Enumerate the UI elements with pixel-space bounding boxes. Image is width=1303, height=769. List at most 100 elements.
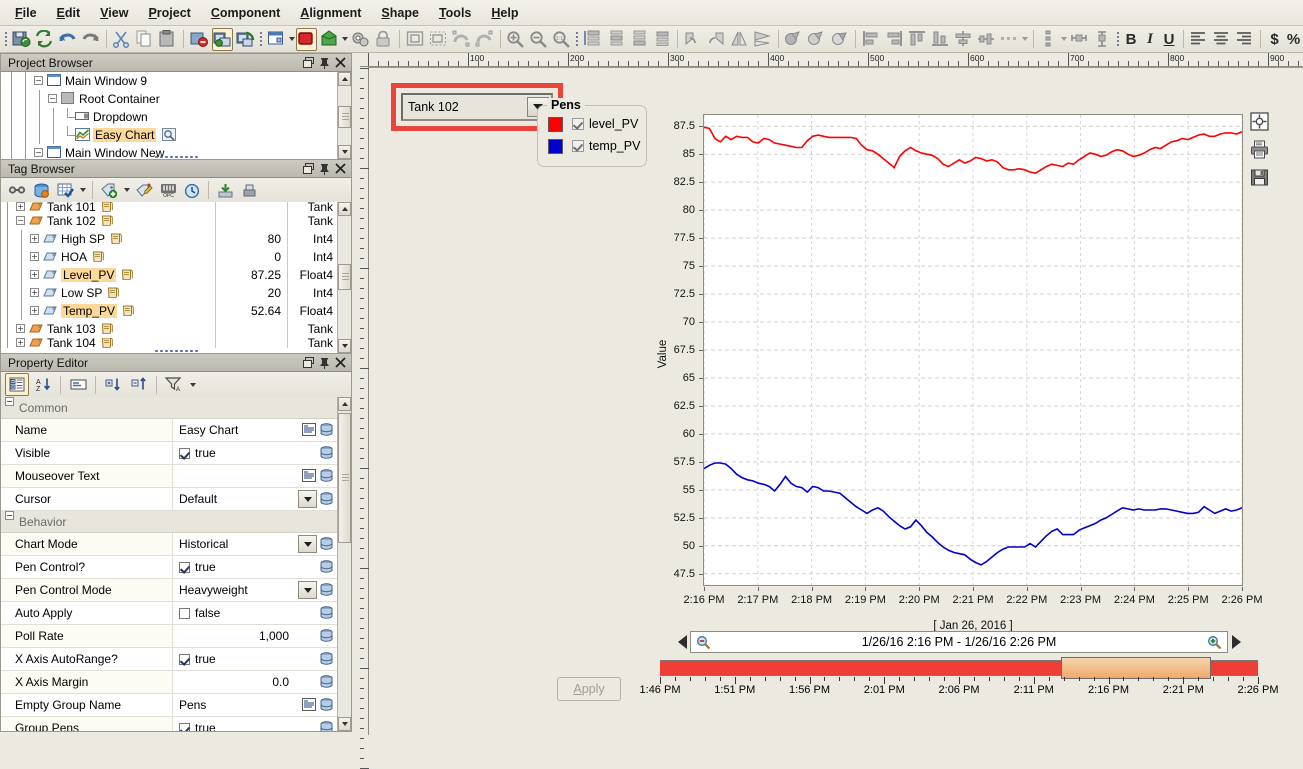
pen-color-swatch[interactable]: [548, 116, 563, 132]
tree-expander[interactable]: +: [15, 338, 29, 348]
property-checkbox[interactable]: [179, 447, 190, 459]
text-align-center-icon[interactable]: [1211, 28, 1232, 51]
property-value-cell[interactable]: true: [173, 648, 295, 670]
toolbar-dropdown-arrow[interactable]: [1060, 28, 1068, 51]
tree-expander[interactable]: +: [15, 202, 29, 212]
property-row[interactable]: Empty Group Name Pens: [1, 694, 337, 717]
tree-expander[interactable]: +: [29, 230, 43, 248]
binding-icon[interactable]: [319, 492, 334, 506]
property-value-cell[interactable]: [173, 465, 295, 487]
tree-expander[interactable]: +: [29, 266, 43, 284]
italic-button[interactable]: I: [1142, 28, 1159, 51]
tree-expander[interactable]: −: [33, 144, 47, 159]
panel-resize-grip-vertical[interactable]: [351, 542, 352, 586]
property-value-cell[interactable]: Historical: [173, 533, 295, 555]
zoom-out-icon[interactable]: [528, 28, 549, 51]
binding-icon[interactable]: [319, 675, 334, 689]
tree-expander[interactable]: +: [15, 320, 29, 338]
toolbar-drag-handle[interactable]: [1115, 30, 1119, 48]
rotate-left-icon[interactable]: [683, 28, 704, 51]
next-range-button[interactable]: [1228, 631, 1244, 653]
align-right-icon[interactable]: [884, 28, 905, 51]
copy-icon[interactable]: [134, 28, 155, 51]
save-all-icon[interactable]: [11, 28, 32, 51]
scroll-down-button[interactable]: [338, 717, 351, 731]
time-range-field[interactable]: 1/26/16 2:16 PM - 1/26/16 2:26 PM: [690, 631, 1228, 653]
pen-color-swatch[interactable]: [548, 138, 563, 154]
underline-button[interactable]: U: [1161, 28, 1178, 51]
stop-icon[interactable]: [296, 27, 318, 51]
menu-edit[interactable]: Edit: [48, 3, 90, 23]
rotate-right-icon[interactable]: [706, 28, 727, 51]
binding-icon[interactable]: [319, 698, 334, 712]
size-height-icon[interactable]: [1092, 28, 1113, 51]
tree-expander[interactable]: +: [29, 248, 43, 266]
tag-browser-scrollbar[interactable]: [337, 202, 351, 353]
property-row[interactable]: Visible true: [1, 442, 337, 465]
project-tree[interactable]: − Main Window 9− Root Container Dropdown Eas…: [1, 72, 337, 159]
refresh-icon[interactable]: [34, 28, 55, 51]
move-backward-icon[interactable]: [628, 28, 649, 51]
float-icon[interactable]: [301, 55, 316, 70]
property-editor-scrollbar[interactable]: [337, 397, 351, 731]
bold-button[interactable]: B: [1123, 28, 1140, 51]
chart-plot-area[interactable]: [703, 114, 1243, 586]
binding-icon[interactable]: [319, 446, 334, 460]
toolbar-dropdown-arrow[interactable]: [288, 28, 296, 51]
description-panel-icon[interactable]: [66, 373, 90, 396]
project-tree-node[interactable]: Easy Chart: [1, 126, 337, 144]
time-track[interactable]: 1:46 PM 1:51 PM 1:56 PM 2:01 PM 2:06 PM 2:11 …: [640, 657, 1278, 700]
close-icon[interactable]: [333, 161, 348, 176]
tree-expander[interactable]: −: [33, 72, 47, 90]
pin-icon[interactable]: [317, 161, 332, 176]
tag-grid-dropdown-arrow[interactable]: [77, 179, 88, 202]
pen-row[interactable]: temp_PV: [538, 135, 646, 157]
zoom-in-icon[interactable]: [505, 28, 526, 51]
property-value-cell[interactable]: Pens: [173, 694, 295, 716]
no-preview-icon[interactable]: [189, 28, 210, 51]
property-row[interactable]: Chart Mode Historical: [1, 533, 337, 556]
property-row[interactable]: Group Pens true: [1, 717, 337, 731]
property-row[interactable]: Pen Control? true: [1, 556, 337, 579]
percent-format-button[interactable]: %: [1285, 28, 1302, 51]
print-icon[interactable]: [1250, 140, 1269, 159]
binding-icon[interactable]: [319, 560, 334, 574]
tag-tree[interactable]: + Tank 101 Tank − Tank 102 Tank + High SP 80 Int4…: [1, 202, 337, 353]
property-filter-dropdown-arrow[interactable]: [187, 373, 198, 396]
scroll-thumb[interactable]: [338, 413, 351, 543]
property-row[interactable]: Pen Control Mode Heavyweight: [1, 579, 337, 602]
property-dropdown-button[interactable]: [298, 490, 317, 508]
inspect-icon[interactable]: [162, 128, 177, 142]
menu-help[interactable]: Help: [482, 3, 527, 23]
property-value-cell[interactable]: true: [173, 556, 295, 578]
align-middle-icon[interactable]: [976, 28, 997, 51]
flip-vertical-icon[interactable]: [752, 28, 773, 51]
tag-providers-icon[interactable]: [30, 180, 52, 201]
toolbar-drag-handle[interactable]: [575, 30, 578, 48]
menu-component[interactable]: Component: [202, 3, 289, 23]
zoom-reset-icon[interactable]: 1:1: [551, 28, 572, 51]
alphabetical-sort-icon[interactable]: AZ: [31, 373, 55, 396]
zoom-shape-alt-icon[interactable]: [474, 28, 495, 51]
binding-icon[interactable]: [319, 652, 334, 666]
tag-row[interactable]: + Tank 104 Tank: [1, 338, 337, 348]
pen-checkbox[interactable]: [572, 118, 584, 130]
tree-expander[interactable]: +: [29, 302, 43, 320]
binding-icon[interactable]: [319, 469, 334, 483]
property-row[interactable]: Cursor Default: [1, 488, 337, 511]
text-editor-icon[interactable]: [302, 698, 317, 712]
tag-row[interactable]: + Tank 101 Tank: [1, 202, 337, 212]
fit-window-icon[interactable]: [405, 28, 426, 51]
scroll-thumb[interactable]: [338, 106, 351, 128]
property-value-cell[interactable]: false: [173, 602, 295, 624]
project-tree-node[interactable]: − Main Window 9: [1, 72, 337, 90]
property-row[interactable]: X Axis AutoRange? true: [1, 648, 337, 671]
tag-grid-icon[interactable]: [54, 180, 76, 201]
property-row[interactable]: X Axis Margin 0.0: [1, 671, 337, 694]
toolbar-drag-handle[interactable]: [259, 30, 262, 48]
scroll-down-button[interactable]: [338, 339, 351, 353]
expand-icon[interactable]: [1250, 112, 1269, 131]
categorized-view-icon[interactable]: [5, 373, 29, 396]
opc-tag-icon[interactable]: OPC: [157, 180, 179, 201]
align-left-icon[interactable]: [861, 28, 882, 51]
